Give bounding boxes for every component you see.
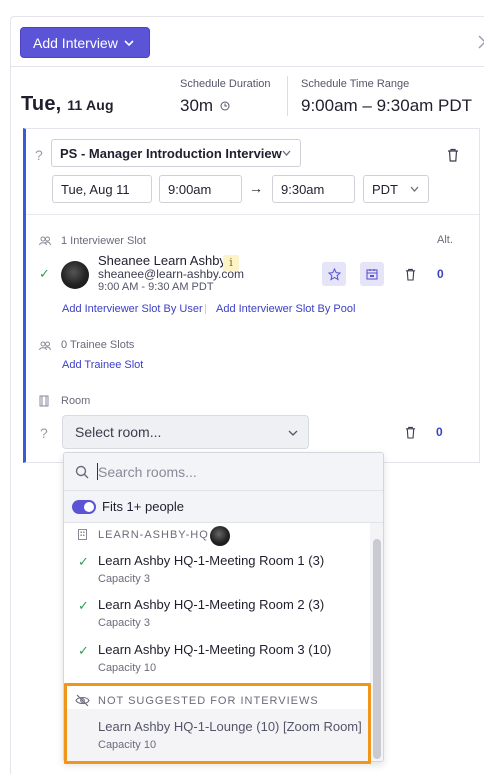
room-option-name[interactable]: Learn Ashby HQ-1-Meeting Room 1 (3)	[98, 553, 324, 568]
room-option-capacity: Capacity 3	[98, 573, 150, 585]
interviewer-email: sheanee@learn-ashby.com	[98, 267, 245, 281]
calendar-icon	[366, 269, 378, 280]
link-separator	[205, 304, 206, 314]
room-option-capacity: Capacity 10	[98, 662, 157, 674]
clock-icon	[220, 101, 230, 111]
time-range-label: Schedule Time Range	[301, 78, 410, 90]
trash-icon[interactable]	[405, 426, 416, 439]
check-icon: ✓	[78, 598, 89, 613]
date-field-value: Tue, Aug 11	[61, 181, 130, 197]
start-time-field[interactable]: 9:00am	[159, 175, 242, 203]
chevron-down-icon	[410, 186, 419, 192]
arrow-right-icon: →	[249, 180, 263, 196]
interview-type-value: PS - Manager Introduction Interview	[60, 145, 282, 161]
help-icon[interactable]: ?	[40, 425, 48, 441]
schedule-date: Tue, 11 Aug	[21, 93, 114, 116]
room-option-name[interactable]: Learn Ashby HQ-1-Meeting Room 3 (10)	[98, 642, 331, 657]
avatar	[210, 526, 230, 546]
room-search-placeholder: Search rooms...	[98, 464, 197, 480]
room-alt-count[interactable]: 0	[436, 425, 443, 439]
duration-label: Schedule Duration	[180, 78, 271, 90]
check-icon: ✓	[78, 643, 89, 658]
end-time-value: 9:30am	[281, 181, 325, 197]
door-icon	[39, 395, 49, 407]
timezone-value: PDT	[372, 181, 398, 197]
add-interview-label: Add Interview	[33, 34, 118, 51]
alt-count[interactable]: 0	[437, 267, 444, 281]
schedule-day: 11 Aug	[67, 97, 114, 113]
people-icon	[39, 341, 51, 351]
chevron-down-icon	[124, 39, 134, 46]
room-select-placeholder: Select room...	[75, 424, 162, 440]
trash-icon[interactable]	[405, 268, 416, 281]
check-icon: ✓	[78, 554, 89, 569]
chevron-down-icon	[282, 150, 291, 156]
time-range-value: 9:00am – 9:30am PDT	[301, 96, 473, 115]
interviewer-name[interactable]: Sheanee Learn Ashby	[98, 253, 226, 268]
interview-type-select[interactable]: PS - Manager Introduction Interview	[51, 139, 301, 167]
check-icon: ✓	[39, 266, 50, 281]
add-interview-button[interactable]: Add Interview	[20, 27, 150, 58]
trainee-slot-label: 0 Trainee Slots	[61, 339, 135, 351]
add-interviewer-by-user-link[interactable]: Add Interviewer Slot By User	[62, 303, 203, 315]
date-field[interactable]: Tue, Aug 11	[52, 175, 152, 203]
calendar-button[interactable]	[360, 262, 384, 286]
chevron-down-icon	[288, 430, 298, 436]
add-trainee-slot-link[interactable]: Add Trainee Slot	[62, 359, 143, 371]
room-select[interactable]: Select room...	[62, 415, 309, 449]
fits-filter-row: Fits 1+ people	[64, 491, 383, 523]
start-time-value: 9:00am	[168, 181, 212, 197]
fits-label: Fits 1+ people	[102, 499, 185, 514]
room-option-name[interactable]: Learn Ashby HQ-1-Meeting Room 2 (3)	[98, 597, 324, 612]
add-interviewer-by-pool-link[interactable]: Add Interviewer Slot By Pool	[216, 303, 355, 315]
building-icon	[78, 529, 87, 540]
duration-text: 30m	[180, 96, 214, 115]
end-time-field[interactable]: 9:30am	[272, 175, 355, 203]
interviewer-time: 9:00 AM - 9:30 AM PDT	[98, 281, 214, 293]
highlight-box	[64, 683, 371, 764]
toggle-knob	[84, 502, 94, 512]
scrollbar-thumb[interactable]	[373, 539, 381, 759]
star-icon	[327, 267, 341, 281]
panel-toolbar: Add Interview	[11, 17, 484, 67]
schedule-divider	[287, 76, 288, 116]
star-button[interactable]	[322, 262, 346, 286]
search-icon	[75, 465, 89, 479]
chevron-right-icon[interactable]	[478, 35, 484, 49]
trash-icon[interactable]	[447, 148, 459, 162]
fits-toggle[interactable]	[72, 500, 96, 514]
avatar	[61, 261, 89, 289]
people-icon	[39, 236, 51, 246]
room-search-input[interactable]: Search rooms...	[64, 453, 383, 491]
room-label: Room	[61, 395, 91, 407]
card-divider	[26, 214, 479, 215]
help-icon[interactable]: ?	[35, 147, 43, 163]
room-group-heading: LEARN-ASHBY-HQ	[98, 529, 209, 541]
duration-value: 30m	[180, 96, 230, 116]
room-option-capacity: Capacity 3	[98, 617, 150, 629]
timezone-select[interactable]: PDT	[363, 175, 429, 203]
schedule-weekday: Tue,	[21, 93, 62, 115]
interviewer-slot-label: 1 Interviewer Slot	[61, 235, 146, 247]
alt-label: Alt.	[437, 234, 453, 246]
